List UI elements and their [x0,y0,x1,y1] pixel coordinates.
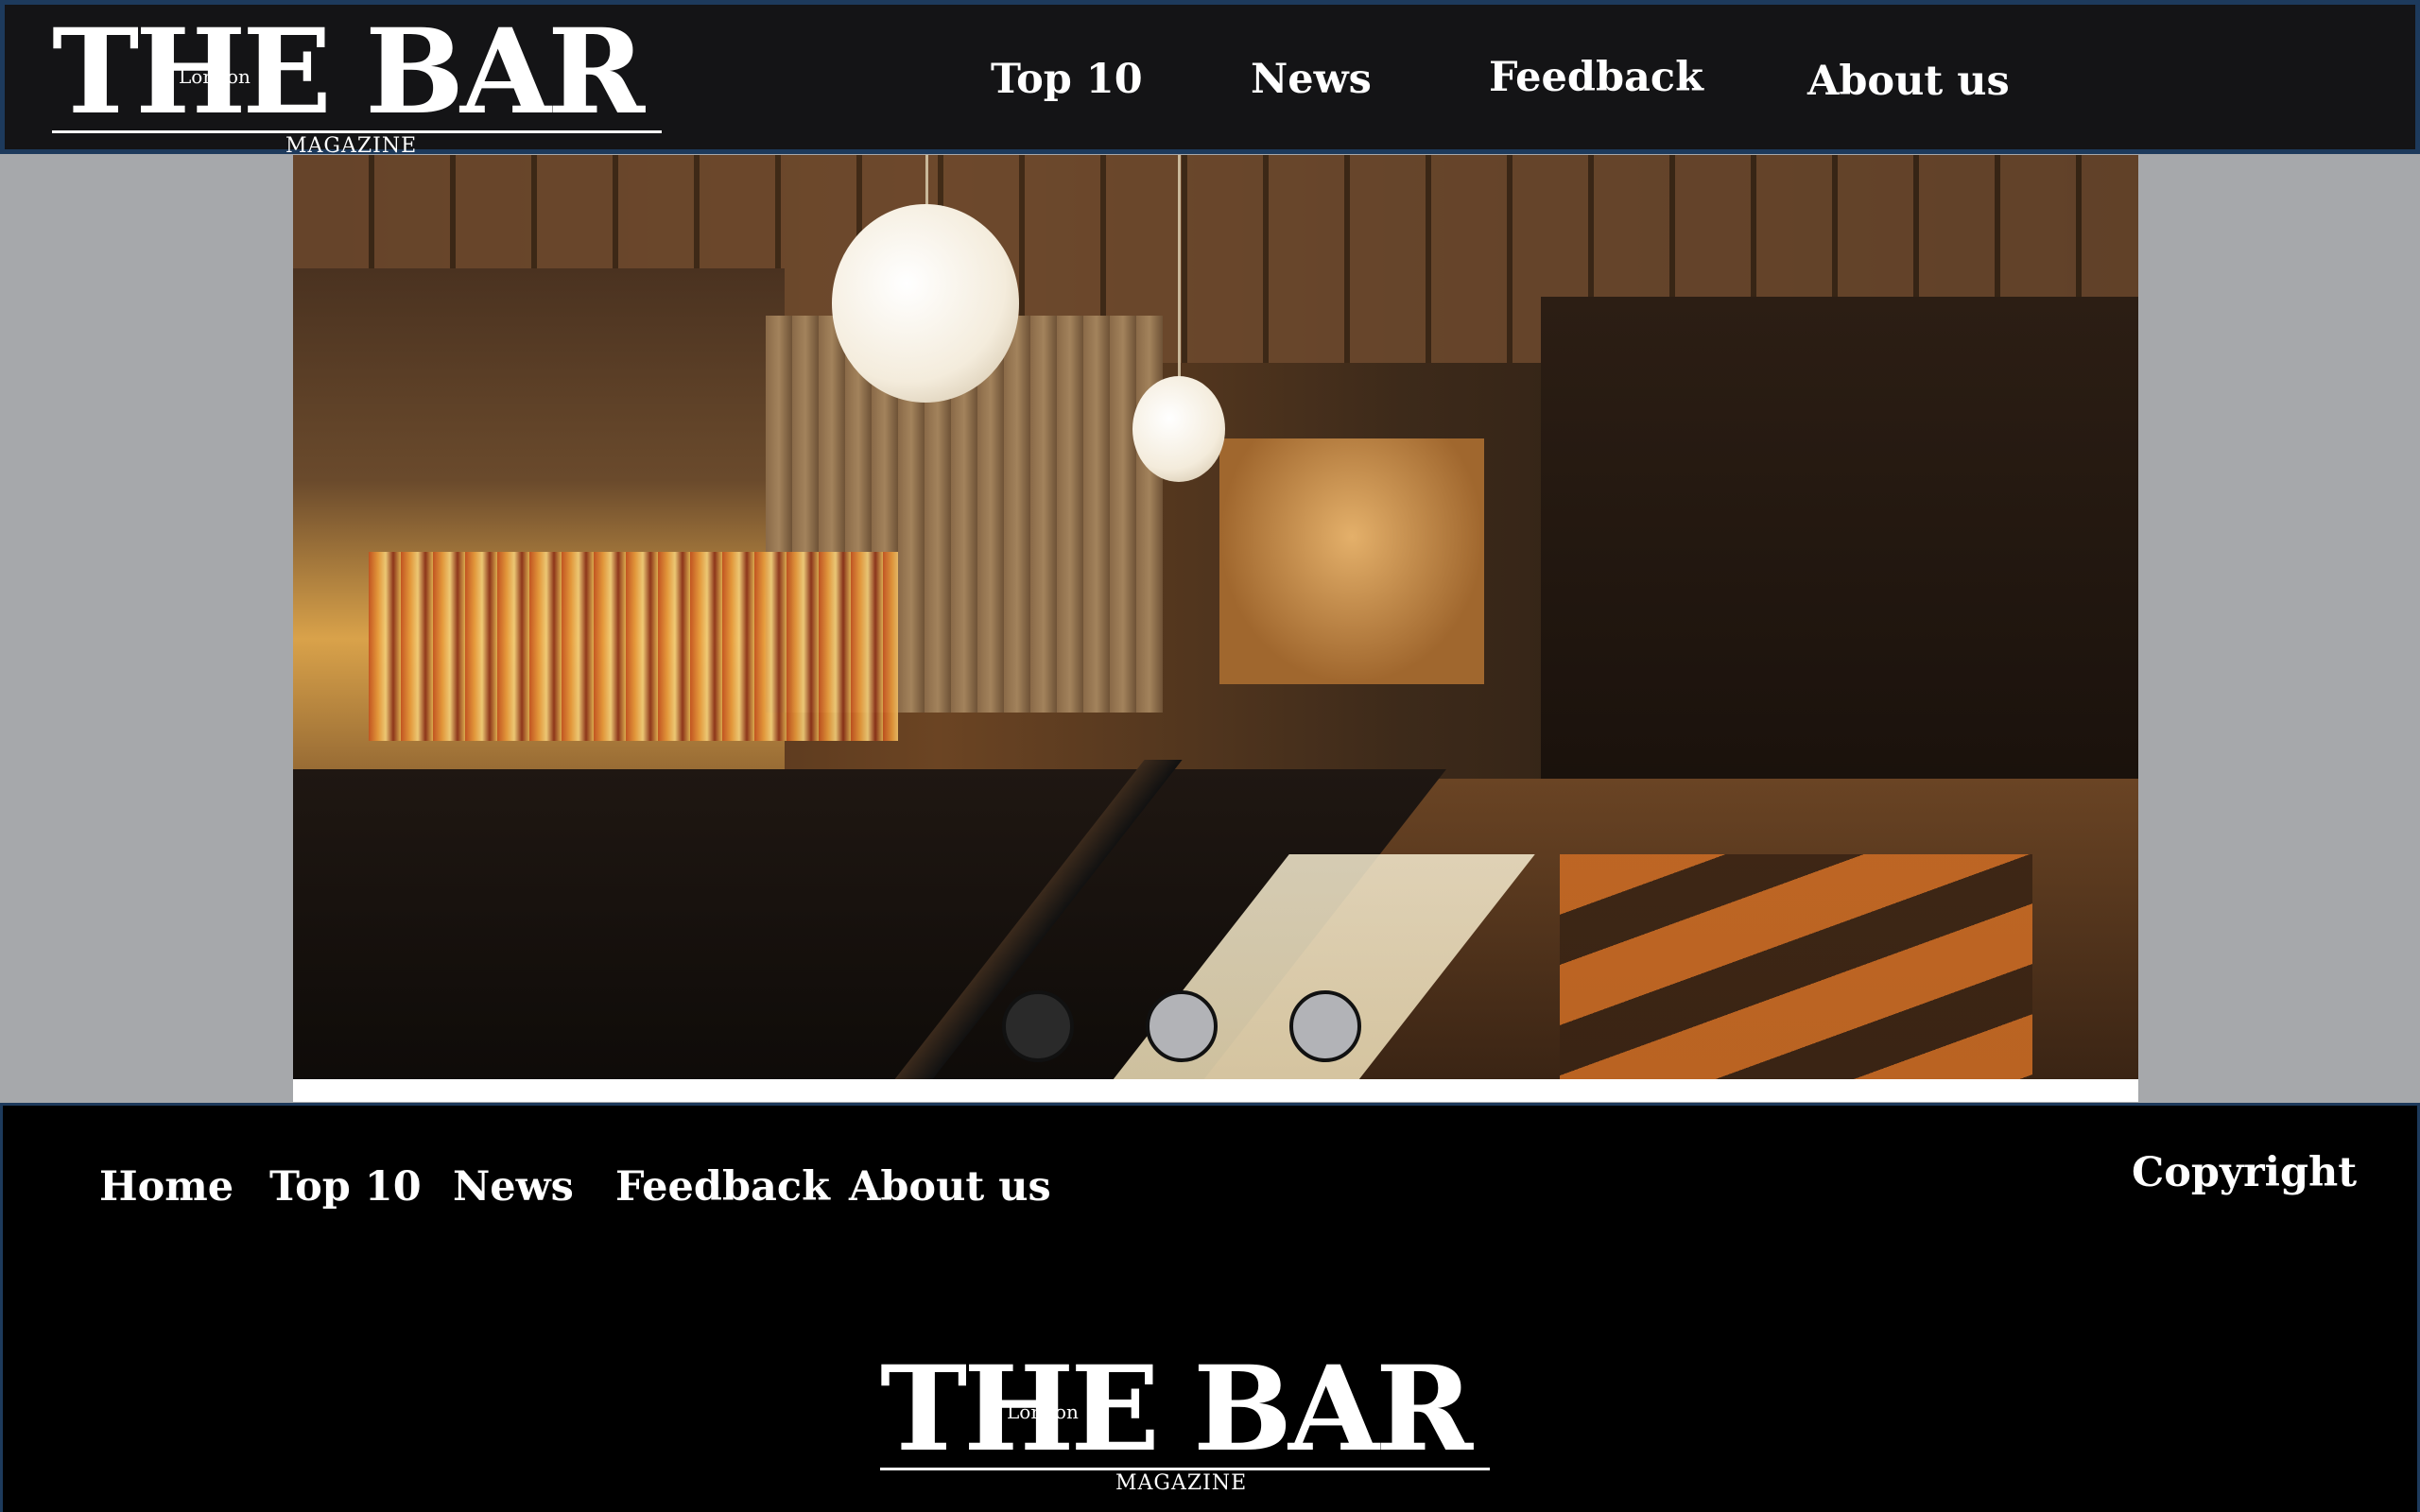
logo-city: London [1007,1400,1079,1423]
nav-news[interactable]: News [1251,60,1372,100]
logo-subtitle: MAGAZINE [285,134,418,158]
nav-top-10[interactable]: Top 10 [991,60,1143,100]
pendant-lamp [832,204,1019,403]
nav-about-us[interactable]: About us [1807,61,2010,102]
logo-subtitle: MAGAZINE [1115,1471,1248,1495]
site-footer: Home Top 10 News Feedback About us Copyr… [0,1103,2420,1512]
site-logo[interactable]: THE BAR London MAGAZINE [52,4,662,158]
footer-logo[interactable]: THE BAR London MAGAZINE [880,1349,1490,1501]
logo-city: London [179,65,251,88]
footer-nav-feedback[interactable]: Feedback [615,1167,830,1208]
footer-nav-top-10[interactable]: Top 10 [269,1167,422,1208]
copyright-text: Copyright [2132,1149,2358,1196]
footer-nav-home[interactable]: Home [99,1167,233,1208]
slider-dot-2[interactable] [1146,990,1218,1062]
logo-wordmark: THE BAR [52,4,645,141]
nav-feedback[interactable]: Feedback [1489,58,1703,98]
slider-dot-1[interactable] [1002,990,1074,1062]
pendant-lamp [1132,376,1225,482]
site-header: THE BAR London MAGAZINE Top 10 News Feed… [0,0,2420,158]
hero-slider [293,155,2138,1102]
logo-underline [52,130,662,133]
slider-dot-3[interactable] [1289,990,1361,1062]
logo-wordmark: THE BAR [880,1341,1473,1478]
bar-interior-photo [293,155,2138,1079]
logo-underline [880,1468,1490,1470]
footer-nav-about-us[interactable]: About us [849,1167,1051,1208]
footer-nav-news[interactable]: News [453,1167,574,1208]
